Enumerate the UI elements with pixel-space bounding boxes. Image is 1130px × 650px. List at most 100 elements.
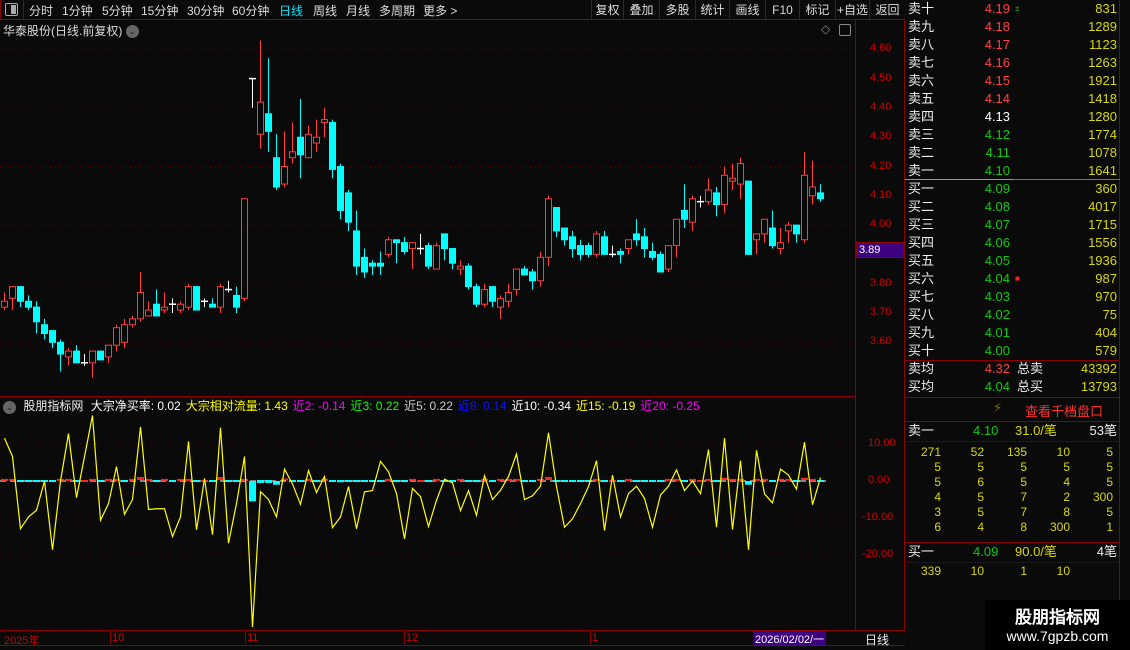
candle[interactable] [321, 107, 328, 138]
candle[interactable] [281, 131, 288, 188]
candle[interactable] [633, 219, 640, 246]
candle[interactable] [777, 228, 784, 255]
mark-button[interactable]: 标记 [799, 0, 835, 20]
candle[interactable] [41, 318, 48, 340]
asks-row[interactable]: 卖四 4.13 1280 [905, 108, 1120, 126]
candle[interactable] [9, 286, 16, 311]
period-tab-timeshare[interactable]: 分时 [29, 2, 53, 19]
candle[interactable] [553, 207, 560, 237]
overlay-button[interactable]: 叠加 [623, 0, 659, 20]
candle[interactable] [761, 218, 768, 243]
period-tab-daily[interactable]: 日线 [279, 2, 303, 19]
chevron-down-icon[interactable]: ⌄ [3, 401, 16, 414]
candle[interactable] [481, 283, 488, 308]
candle[interactable] [537, 251, 544, 287]
candle[interactable] [337, 163, 344, 220]
candle[interactable] [417, 233, 424, 255]
candle[interactable] [209, 298, 216, 308]
asks-row[interactable]: 卖六 4.15 1921 [905, 72, 1120, 90]
candle[interactable] [201, 298, 208, 308]
period-tab-15min[interactable]: 15分钟 [141, 2, 178, 19]
candle[interactable] [705, 178, 712, 205]
candle[interactable] [49, 330, 56, 349]
f10-button[interactable]: F10 [765, 0, 799, 20]
period-tab-weekly[interactable]: 周线 [313, 2, 337, 19]
candle[interactable] [401, 236, 408, 255]
candle[interactable] [769, 210, 776, 249]
candle[interactable] [113, 324, 120, 352]
back-button[interactable]: 返回 [869, 0, 905, 20]
bids-row[interactable]: 买六 4.04 ■ 987 [905, 270, 1120, 288]
candle[interactable] [689, 195, 696, 231]
candle[interactable] [105, 344, 112, 363]
candle[interactable] [329, 119, 336, 179]
bids-row[interactable]: 买九 4.01 404 [905, 324, 1120, 342]
candle[interactable] [721, 166, 728, 214]
candle[interactable] [297, 99, 304, 179]
candle[interactable] [273, 134, 280, 190]
candle[interactable] [593, 230, 600, 258]
candle[interactable] [673, 218, 680, 258]
candle[interactable] [1, 292, 8, 311]
candle[interactable] [17, 286, 24, 308]
candle[interactable] [505, 283, 512, 308]
candle[interactable] [121, 318, 128, 349]
candle[interactable] [289, 122, 296, 164]
candle[interactable] [641, 228, 648, 258]
candle[interactable] [473, 283, 480, 308]
candle[interactable] [385, 236, 392, 258]
candle[interactable] [225, 280, 232, 293]
candle[interactable] [409, 242, 416, 270]
candle[interactable] [257, 40, 264, 149]
candle[interactable] [353, 210, 360, 275]
candle[interactable] [377, 251, 384, 275]
candle[interactable] [73, 345, 80, 364]
bids-row[interactable]: 买四 4.06 1556 [905, 234, 1120, 252]
candle[interactable] [713, 187, 720, 217]
candle[interactable] [449, 248, 456, 270]
candle[interactable] [241, 198, 248, 302]
candle[interactable] [81, 354, 88, 366]
asks-row[interactable]: 卖八 4.17 1123 [905, 36, 1120, 54]
candle[interactable] [217, 283, 224, 313]
candle[interactable] [57, 339, 64, 372]
candle[interactable] [545, 195, 552, 267]
candle[interactable] [697, 195, 704, 208]
view-depth-link[interactable]: 查看千档盘口 [1025, 401, 1103, 420]
candle[interactable] [625, 239, 632, 255]
candle[interactable] [169, 298, 176, 313]
asks-row[interactable]: 卖七 4.16 1263 [905, 54, 1120, 72]
candle[interactable] [785, 222, 792, 243]
candle[interactable] [393, 239, 400, 264]
candle[interactable] [753, 233, 760, 255]
indicator-chart[interactable] [0, 414, 855, 630]
period-tab-5min[interactable]: 5分钟 [102, 2, 133, 19]
candle[interactable] [161, 292, 168, 313]
candle[interactable] [817, 184, 824, 202]
candle[interactable] [185, 283, 192, 311]
candle[interactable] [809, 160, 816, 205]
candle[interactable] [89, 350, 96, 378]
add-watchlist-button[interactable]: +自选 [835, 0, 869, 20]
asks-row[interactable]: 卖三 4.12 1774 [905, 126, 1120, 144]
asks-row[interactable]: 卖一 4.10 1641 [905, 162, 1120, 180]
candle[interactable] [793, 224, 800, 243]
period-tab-monthly[interactable]: 月线 [346, 2, 370, 19]
bids-row[interactable]: 买十 4.00 579 [905, 342, 1120, 360]
candle[interactable] [25, 295, 32, 311]
candle[interactable] [465, 263, 472, 290]
candle[interactable] [97, 350, 104, 361]
bids-row[interactable]: 买八 4.02 75 [905, 306, 1120, 324]
candle[interactable] [609, 245, 616, 258]
multi-stock-button[interactable]: 多股 [659, 0, 695, 20]
candle[interactable] [737, 157, 744, 199]
asks-row[interactable]: 卖五 4.14 1418 [905, 90, 1120, 108]
candle[interactable] [801, 151, 808, 243]
candle[interactable] [665, 245, 672, 272]
candle[interactable] [561, 227, 568, 246]
candle[interactable] [193, 286, 200, 311]
statistics-button[interactable]: 统计 [695, 0, 729, 20]
candle[interactable] [601, 230, 608, 255]
period-tab-1min[interactable]: 1分钟 [62, 2, 93, 19]
bids-row[interactable]: 买七 4.03 970 [905, 288, 1120, 306]
